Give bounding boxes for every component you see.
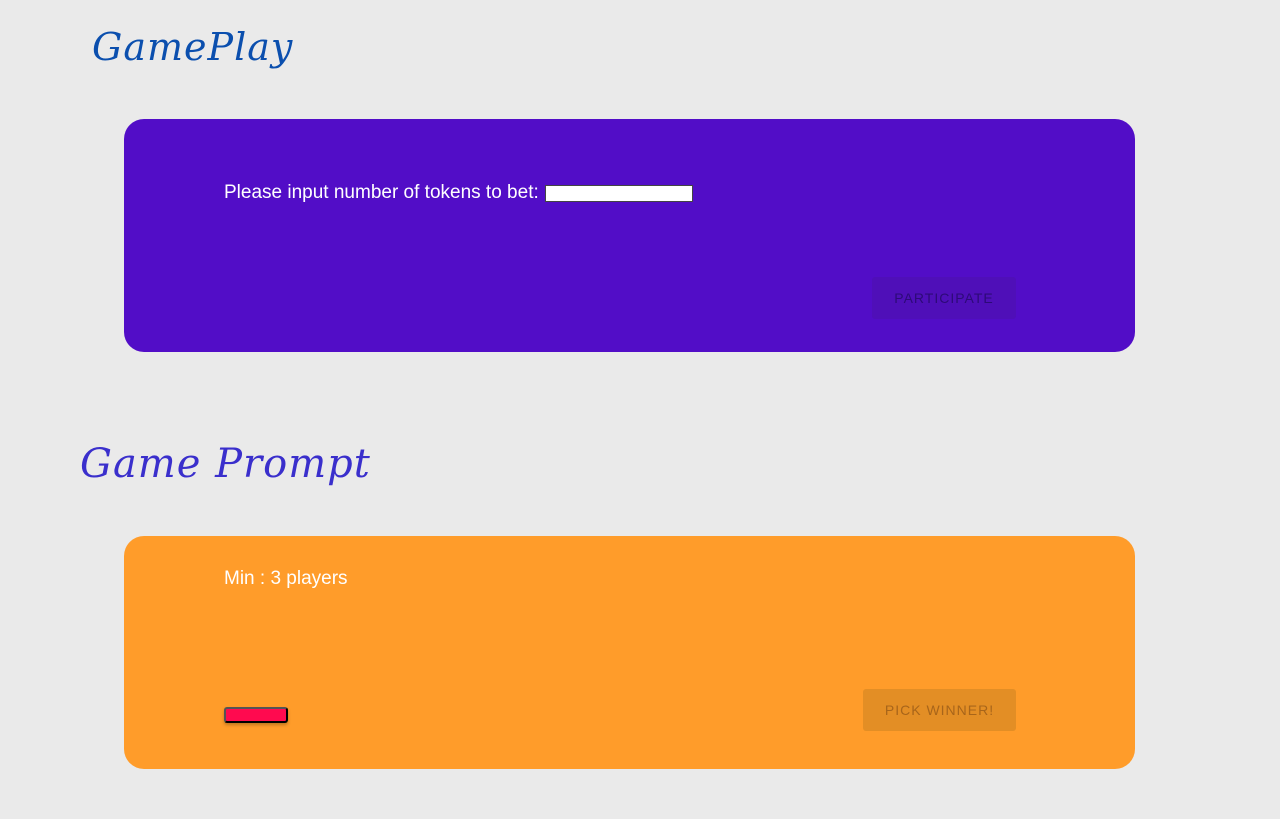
bet-tokens-input[interactable] [544, 184, 693, 202]
pick-winner-button[interactable]: PICK WINNER! [863, 689, 1016, 731]
game-prompt-card: Min : 3 players PICK WINNER! [124, 536, 1135, 769]
game-prompt-title: Game Prompt [80, 441, 371, 487]
min-players-label: Min : 3 players [224, 568, 348, 589]
bet-row: Please input number of tokens to bet: [224, 182, 693, 204]
bet-prompt-label: Please input number of tokens to bet: [224, 182, 539, 203]
gameplay-title: GamePlay [92, 25, 294, 69]
red-action-button[interactable] [224, 707, 288, 723]
participate-button[interactable]: PARTICIPATE [872, 277, 1016, 319]
gameplay-card: Please input number of tokens to bet: PA… [124, 119, 1135, 352]
